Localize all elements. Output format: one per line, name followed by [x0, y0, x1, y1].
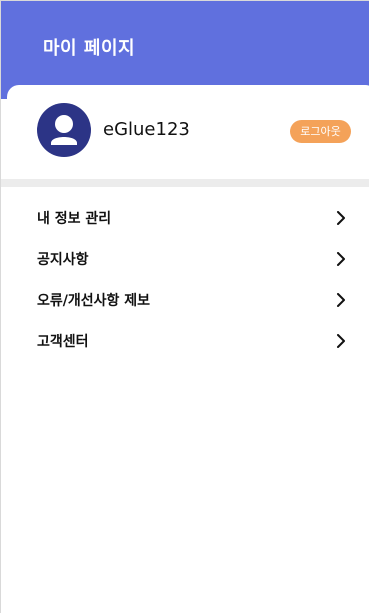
menu-item-profile-management[interactable]: 내 정보 관리 [1, 197, 369, 238]
username-text: eGlue123 [103, 119, 190, 140]
menu-item-customer-center[interactable]: 고객센터 [1, 320, 369, 361]
page-title: 마이 페이지 [43, 38, 136, 59]
section-divider [1, 179, 369, 187]
my-page-screen: 마이 페이지 eGlue123 로그아웃 내 정보 관리 공지사항 오류/개선사… [0, 0, 369, 613]
user-avatar-icon [37, 103, 91, 157]
menu-item-label: 공지사항 [37, 252, 89, 268]
chevron-right-icon [337, 293, 345, 307]
menu-item-label: 오류/개선사항 제보 [37, 293, 151, 309]
logout-button[interactable]: 로그아웃 [290, 120, 351, 143]
profile-section: eGlue123 로그아웃 [7, 85, 369, 179]
menu-item-report-issue[interactable]: 오류/개선사항 제보 [1, 279, 369, 320]
chevron-right-icon [337, 334, 345, 348]
menu-list: 내 정보 관리 공지사항 오류/개선사항 제보 고객센터 [1, 197, 369, 361]
chevron-right-icon [337, 211, 345, 225]
chevron-right-icon [337, 252, 345, 266]
menu-item-label: 고객센터 [37, 334, 89, 350]
menu-item-label: 내 정보 관리 [37, 211, 112, 227]
menu-item-notices[interactable]: 공지사항 [1, 238, 369, 279]
avatar-svg [51, 115, 77, 145]
